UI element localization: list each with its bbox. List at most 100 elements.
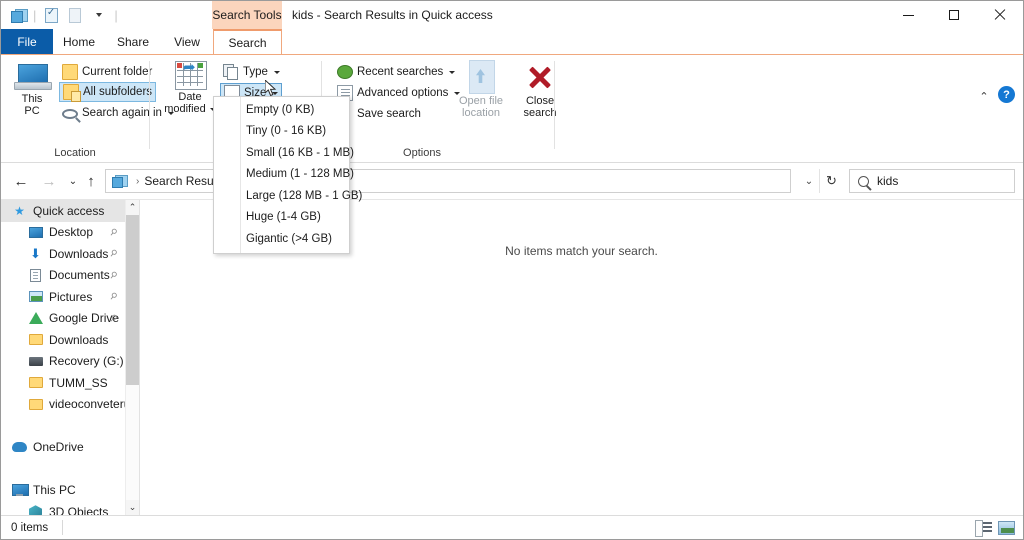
size-menu-item[interactable]: Large (128 MB - 1 GB) — [214, 185, 349, 207]
details-view-button[interactable] — [974, 519, 992, 536]
size-menu-item[interactable]: Medium (1 - 128 MB) — [214, 164, 349, 186]
close-search-button[interactable]: Close search — [514, 62, 566, 119]
up-button[interactable]: ↑ — [79, 169, 103, 193]
new-folder-icon[interactable] — [64, 4, 86, 26]
this-pc-button[interactable]: This PC — [7, 63, 57, 117]
folder-icon — [27, 334, 44, 345]
this-pc-label-line1: This — [22, 93, 43, 105]
tab-file[interactable]: File — [1, 29, 53, 55]
3d-objects-icon — [27, 505, 44, 515]
size-menu-item-label: Small (16 KB - 1 MB) — [246, 147, 354, 159]
size-menu-item[interactable]: Huge (1-4 GB) — [214, 207, 349, 229]
sidebar-item-documents[interactable]: Documents⚲ — [1, 265, 125, 287]
tab-home[interactable]: Home — [53, 29, 105, 55]
large-icons-view-button[interactable] — [997, 519, 1015, 536]
tab-search[interactable]: Search — [213, 29, 282, 55]
type-button[interactable]: Type — [220, 62, 283, 82]
sidebar-spacer — [1, 458, 125, 480]
back-button[interactable]: ← — [9, 169, 33, 193]
search-box[interactable]: ✕ → — [849, 169, 1015, 193]
sidebar-item-desktop[interactable]: Desktop⚲ — [1, 222, 125, 244]
maximize-button[interactable] — [931, 1, 977, 29]
sidebar-item-videoconveterub[interactable]: videoconveterub — [1, 394, 125, 416]
sidebar-item-pictures[interactable]: Pictures⚲ — [1, 286, 125, 308]
open-file-location-button: Open file location — [450, 60, 512, 119]
pin-icon[interactable]: ⚲ — [108, 290, 120, 303]
navigation-list: ★Quick accessDesktop⚲⬇Downloads⚲Document… — [1, 200, 125, 515]
size-filter-menu[interactable]: Empty (0 KB)Tiny (0 - 16 KB)Small (16 KB… — [213, 96, 350, 254]
documents-icon — [27, 269, 44, 282]
properties-icon[interactable] — [40, 4, 62, 26]
downloads-icon: ⬇ — [27, 248, 44, 259]
all-subfolders-label: All subfolders — [83, 86, 152, 98]
search-input[interactable] — [869, 173, 1024, 189]
this-pc-label-line2: PC — [24, 105, 39, 117]
pin-icon[interactable]: ⚲ — [108, 247, 120, 260]
breadcrumb-dropdown-icon[interactable]: ⌄ — [798, 169, 820, 193]
pictures-icon — [27, 291, 44, 302]
sidebar-item-quick-access[interactable]: ★Quick access — [1, 200, 125, 222]
ribbon-tab-bar: File Home Share View Search — [1, 29, 1023, 55]
close-button[interactable] — [977, 1, 1023, 29]
sidebar-item-label: 3D Objects — [49, 505, 108, 515]
navigation-pane: ★Quick accessDesktop⚲⬇Downloads⚲Document… — [1, 200, 139, 515]
nav-scroll-track[interactable] — [126, 215, 139, 500]
main-area: ★Quick accessDesktop⚲⬇Downloads⚲Document… — [1, 199, 1023, 515]
mouse-cursor — [265, 80, 277, 98]
this-pc-icon — [14, 63, 50, 91]
recent-searches-button[interactable]: Recent searches — [334, 62, 458, 82]
help-button[interactable]: ? — [998, 86, 1015, 103]
sidebar-item-downloads[interactable]: ⬇Downloads⚲ — [1, 243, 125, 265]
sidebar-item-downloads[interactable]: Downloads — [1, 329, 125, 351]
sidebar-spacer — [1, 415, 125, 437]
refresh-button[interactable]: ↻ — [819, 169, 843, 193]
minimize-button[interactable] — [885, 1, 931, 29]
collapse-ribbon-button[interactable]: ⌃ — [977, 89, 991, 103]
close-search-line2: search — [523, 107, 556, 119]
explorer-icon[interactable] — [7, 4, 29, 26]
navigation-scrollbar[interactable]: ⌃ ⌄ — [125, 200, 139, 515]
file-type-icon — [223, 64, 239, 80]
customize-chevron-icon[interactable] — [88, 4, 110, 26]
sidebar-item-label: TUMM_SS — [49, 376, 108, 390]
qat-divider-1: | — [31, 8, 38, 23]
nav-scroll-thumb[interactable] — [126, 215, 139, 385]
size-menu-item-label: Gigantic (>4 GB) — [246, 233, 332, 245]
onedrive-icon — [11, 442, 28, 452]
sidebar-item-3d-objects[interactable]: 3D Objects — [1, 501, 125, 515]
close-icon — [994, 9, 1006, 21]
sidebar-item-onedrive[interactable]: OneDrive — [1, 437, 125, 459]
window-title: kids - Search Results in Quick access — [292, 1, 493, 29]
sidebar-item-recovery-g[interactable]: Recovery (G:) — [1, 351, 125, 373]
quick-access-toolbar: | | — [7, 1, 120, 29]
size-menu-item-label: Medium (1 - 128 MB) — [246, 168, 354, 180]
tab-share[interactable]: Share — [105, 29, 161, 55]
current-folder-button[interactable]: Current folder — [59, 62, 155, 82]
all-subfolders-button[interactable]: All subfolders — [59, 82, 156, 102]
size-menu-item[interactable]: Small (16 KB - 1 MB) — [214, 142, 349, 164]
sidebar-item-this-pc[interactable]: This PC — [1, 480, 125, 502]
sidebar-item-google-drive[interactable]: Google Drive⚲ — [1, 308, 125, 330]
sidebar-item-tumm-ss[interactable]: TUMM_SS — [1, 372, 125, 394]
date-modified-button[interactable]: ➦ Date modified — [159, 61, 221, 115]
pin-icon[interactable]: ⚲ — [108, 226, 120, 239]
search-tools-contextual-label: Search Tools — [212, 1, 282, 29]
nav-scroll-down-button[interactable]: ⌄ — [126, 500, 139, 515]
tab-view[interactable]: View — [161, 29, 213, 55]
advanced-options-button[interactable]: Advanced options — [334, 83, 463, 103]
forward-button[interactable]: → — [37, 169, 61, 193]
status-divider — [62, 520, 63, 535]
ribbon-group-options: Recent searches Advanced options Save se… — [322, 55, 554, 162]
breadcrumb[interactable]: › Search Results in — [105, 169, 791, 193]
folder-icon — [62, 64, 78, 80]
nav-scroll-up-button[interactable]: ⌃ — [126, 200, 139, 215]
sidebar-item-label: Documents — [49, 268, 110, 282]
sidebar-item-label: OneDrive — [33, 440, 84, 454]
size-menu-item[interactable]: Tiny (0 - 16 KB) — [214, 121, 349, 143]
size-menu-item[interactable]: Gigantic (>4 GB) — [214, 228, 349, 250]
star-icon: ★ — [11, 204, 28, 218]
size-menu-item[interactable]: Empty (0 KB) — [214, 99, 349, 121]
search-icon — [62, 109, 78, 119]
close-search-icon — [525, 62, 555, 92]
sidebar-item-label: videoconveterub — [49, 397, 137, 411]
